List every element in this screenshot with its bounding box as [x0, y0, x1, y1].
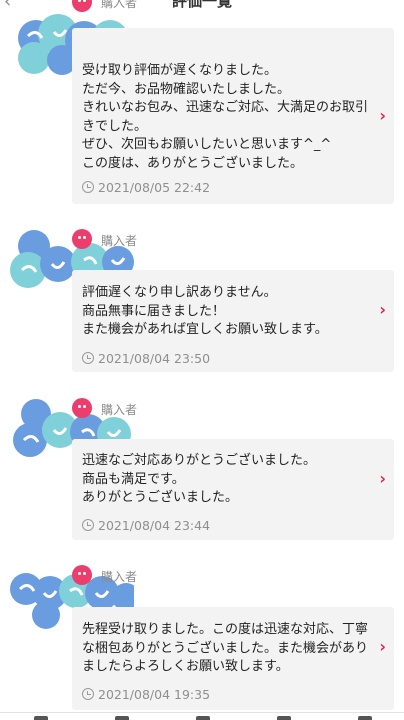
review-card[interactable]: 迅速なご対応ありがとうございました。 商品も満足です。 ありがとうございました。… — [72, 439, 394, 540]
buyer-icon — [72, 229, 92, 249]
role-label: 購入者 — [101, 0, 138, 10]
review-card[interactable]: 受け取り評価が遅くなりました。 ただ今、お品物確認いたしました。 きれいなお包み… — [72, 28, 394, 204]
chevron-right-icon: › — [379, 469, 386, 488]
chevron-right-icon: › — [379, 637, 386, 656]
role-label: 購入者 — [101, 403, 138, 417]
chevron-right-icon: › — [379, 300, 386, 319]
review-comment: 評価遅くなり申し訳ありません。 商品無事に届きました！ また機会があれば宜しくお… — [82, 285, 328, 337]
bottom-tab-bar — [0, 712, 404, 720]
review-card[interactable]: 先程受け取りました。この度は迅速な対応、丁寧な梱包ありがとうございました。また機… — [72, 607, 394, 710]
tab-icon[interactable] — [115, 716, 129, 720]
clock-icon — [82, 181, 94, 193]
role-label: 購入者 — [101, 570, 138, 584]
role-label: 購入者 — [101, 234, 138, 248]
tab-icon[interactable] — [196, 716, 210, 720]
review-card[interactable]: 評価遅くなり申し訳ありません。 商品無事に届きました！ また機会があれば宜しくお… — [72, 270, 394, 372]
clock-icon — [82, 352, 94, 364]
buyer-icon — [72, 565, 92, 585]
review-comment: 迅速なご対応ありがとうございました。 商品も満足です。 ありがとうございました。 — [82, 453, 317, 505]
buyer-icon — [72, 398, 92, 418]
tab-icon[interactable] — [277, 716, 291, 720]
tab-icon[interactable] — [34, 716, 48, 720]
chevron-right-icon: › — [379, 106, 386, 125]
clock-icon — [82, 688, 94, 700]
tab-icon[interactable] — [358, 716, 372, 720]
review-comment: 受け取り評価が遅くなりました。 ただ今、お品物確認いたしました。 きれいなお包み… — [82, 63, 369, 171]
review-comment: 先程受け取りました。この度は迅速な対応、丁寧な梱包ありがとうございました。また機… — [82, 622, 369, 674]
clock-icon — [82, 519, 94, 531]
